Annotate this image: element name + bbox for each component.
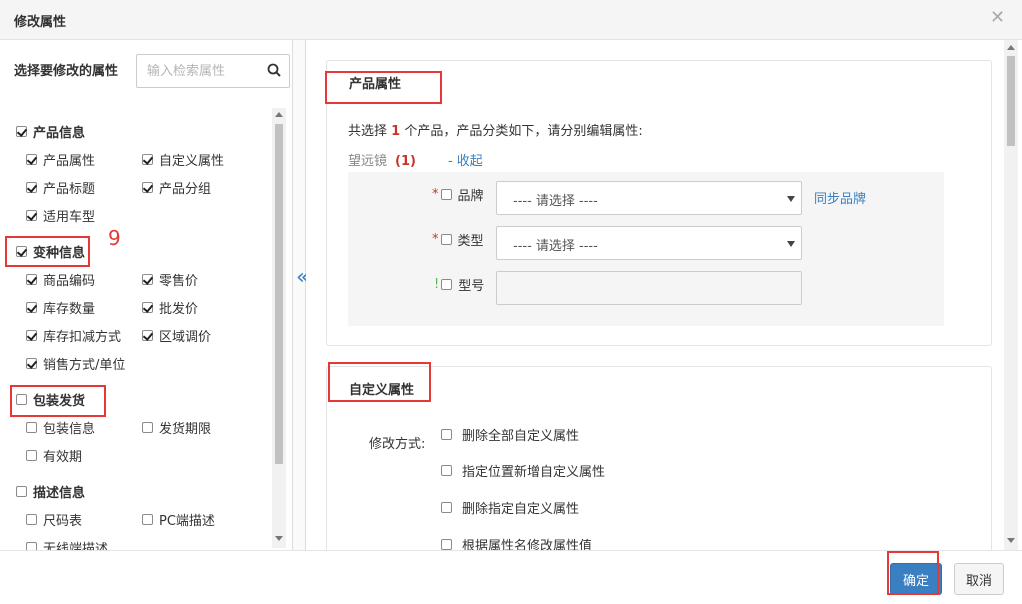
- scroll-down-icon[interactable]: [1007, 538, 1015, 543]
- checkbox-icon[interactable]: [26, 273, 37, 285]
- attribute-search-input[interactable]: [137, 55, 261, 87]
- annotation-number: 9: [108, 226, 121, 250]
- model-label[interactable]: ! 型号: [434, 275, 484, 294]
- category-attributes: * 品牌 ---- 请选择 ---- 同步品牌 * 类型 ---- 请选择 --…: [348, 172, 944, 326]
- panel-splitter: [292, 40, 306, 550]
- dialog-title: 修改属性: [14, 15, 67, 30]
- attr-size-chart[interactable]: 尺码表: [26, 510, 82, 529]
- checkbox-icon[interactable]: [440, 188, 452, 200]
- option-add-at-position[interactable]: 指定位置新增自定义属性: [441, 461, 605, 480]
- cancel-button[interactable]: 取消: [954, 563, 1004, 595]
- dialog-titlebar: 修改属性 ✕: [0, 0, 1022, 40]
- category-row: 望远镜 (1) - 收起: [348, 150, 483, 169]
- checkbox-icon[interactable]: [440, 233, 452, 245]
- scroll-down-icon[interactable]: [275, 536, 283, 541]
- group-product-info[interactable]: 产品信息: [16, 122, 85, 141]
- dropdown-caret-icon: [787, 196, 795, 202]
- checkbox-icon[interactable]: [26, 513, 37, 525]
- dropdown-caret-icon: [787, 241, 795, 247]
- checkbox-icon[interactable]: [26, 181, 37, 193]
- search-icon[interactable]: [267, 63, 281, 77]
- group-description[interactable]: 描述信息: [16, 482, 85, 501]
- checkbox-icon[interactable]: [441, 464, 452, 476]
- custom-attributes-title: 自定义属性: [349, 383, 415, 398]
- selection-summary: 共选择 1 个产品，产品分类如下，请分别编辑属性:: [348, 124, 643, 139]
- checkbox-icon[interactable]: [142, 513, 153, 525]
- modify-attributes-dialog: 修改属性 ✕ 选择要修改的属性 产品信息 产品属性 自定义属性 产品标题 产品分…: [0, 0, 1022, 604]
- checkbox-icon[interactable]: [142, 421, 153, 433]
- attribute-list: 产品信息 产品属性 自定义属性 产品标题 产品分组 适用车型 变种信息 商品编码…: [0, 110, 272, 550]
- checkbox-icon[interactable]: [26, 357, 37, 369]
- product-attributes-title: 产品属性: [349, 77, 402, 92]
- attr-pc-description[interactable]: PC端描述: [142, 510, 215, 529]
- attr-product-group[interactable]: 产品分组: [142, 178, 211, 197]
- checkbox-icon[interactable]: [142, 329, 153, 341]
- category-name: 望远镜: [348, 154, 388, 169]
- attr-delivery-period[interactable]: 发货期限: [142, 418, 211, 437]
- sync-brand-link[interactable]: 同步品牌: [814, 188, 866, 207]
- checkbox-icon[interactable]: [26, 421, 37, 433]
- checkbox-icon[interactable]: [142, 273, 153, 285]
- checkbox-icon[interactable]: [16, 245, 27, 257]
- checkbox-icon[interactable]: [441, 428, 452, 440]
- checkbox-icon[interactable]: [26, 153, 37, 165]
- attr-retail-price[interactable]: 零售价: [142, 270, 198, 289]
- checkbox-icon[interactable]: [441, 538, 452, 550]
- selection-count: 1: [391, 124, 401, 139]
- attr-wholesale-price[interactable]: 批发价: [142, 298, 198, 317]
- left-scrollbar[interactable]: [272, 108, 286, 548]
- collapse-link[interactable]: - 收起: [448, 154, 483, 169]
- checkbox-icon[interactable]: [26, 449, 37, 461]
- checkbox-icon[interactable]: [26, 209, 37, 221]
- checkbox-icon[interactable]: [441, 501, 452, 513]
- group-variant-info[interactable]: 变种信息: [16, 242, 85, 261]
- attr-sku-code[interactable]: 商品编码: [26, 270, 95, 289]
- scroll-up-icon[interactable]: [275, 112, 283, 117]
- checkbox-icon[interactable]: [441, 278, 453, 290]
- type-select[interactable]: ---- 请选择 ----: [496, 226, 802, 260]
- custom-attributes-card: 自定义属性 修改方式: 删除全部自定义属性 指定位置新增自定义属性 删除指定自定…: [326, 366, 992, 550]
- checkbox-icon[interactable]: [16, 125, 27, 137]
- attr-product-attributes[interactable]: 产品属性: [26, 150, 95, 169]
- attr-expiry[interactable]: 有效期: [26, 446, 82, 465]
- attr-product-title[interactable]: 产品标题: [26, 178, 95, 197]
- checkbox-icon[interactable]: [142, 181, 153, 193]
- picker-heading: 选择要修改的属性: [14, 64, 119, 79]
- category-count: (1): [395, 154, 416, 169]
- option-modify-by-name[interactable]: 根据属性名修改属性值: [441, 535, 592, 550]
- dialog-footer: 确定 取消: [0, 550, 1022, 604]
- scroll-thumb[interactable]: [275, 124, 283, 464]
- attribute-picker-panel: 选择要修改的属性 产品信息 产品属性 自定义属性 产品标题 产品分组 适用车型 …: [0, 40, 292, 550]
- brand-select[interactable]: ---- 请选择 ----: [496, 181, 802, 215]
- model-input[interactable]: [496, 271, 802, 305]
- checkbox-icon[interactable]: [142, 153, 153, 165]
- group-packaging[interactable]: 包装发货: [16, 390, 85, 409]
- brand-label[interactable]: * 品牌: [432, 185, 484, 204]
- attr-regional-pricing[interactable]: 区域调价: [142, 326, 211, 345]
- close-icon[interactable]: ✕: [990, 8, 1005, 28]
- checkbox-icon[interactable]: [16, 393, 27, 405]
- attribute-editor: 产品属性 共选择 1 个产品，产品分类如下，请分别编辑属性: 望远镜 (1) - 收…: [306, 40, 1004, 550]
- attr-sales-unit[interactable]: 销售方式/单位: [26, 354, 125, 373]
- checkbox-icon[interactable]: [142, 301, 153, 313]
- attr-mobile-description[interactable]: 无线端描述: [26, 538, 108, 550]
- attribute-search: [136, 54, 290, 88]
- option-delete-specified[interactable]: 删除指定自定义属性: [441, 498, 579, 517]
- modify-mode-label: 修改方式:: [369, 437, 426, 452]
- type-label[interactable]: * 类型: [432, 230, 484, 249]
- checkbox-icon[interactable]: [16, 485, 27, 497]
- attr-stock-deduction[interactable]: 库存扣减方式: [26, 326, 121, 345]
- checkbox-icon[interactable]: [26, 301, 37, 313]
- attr-package-info[interactable]: 包装信息: [26, 418, 95, 437]
- option-delete-all[interactable]: 删除全部自定义属性: [441, 425, 579, 444]
- attr-stock-qty[interactable]: 库存数量: [26, 298, 95, 317]
- scroll-thumb[interactable]: [1007, 56, 1015, 146]
- attr-custom-attributes[interactable]: 自定义属性: [142, 150, 224, 169]
- confirm-button[interactable]: 确定: [890, 563, 942, 595]
- attr-applicable-models[interactable]: 适用车型: [26, 206, 95, 225]
- checkbox-icon[interactable]: [26, 329, 37, 341]
- checkbox-icon[interactable]: [26, 541, 37, 550]
- scroll-up-icon[interactable]: [1007, 45, 1015, 50]
- right-scrollbar[interactable]: [1004, 40, 1018, 550]
